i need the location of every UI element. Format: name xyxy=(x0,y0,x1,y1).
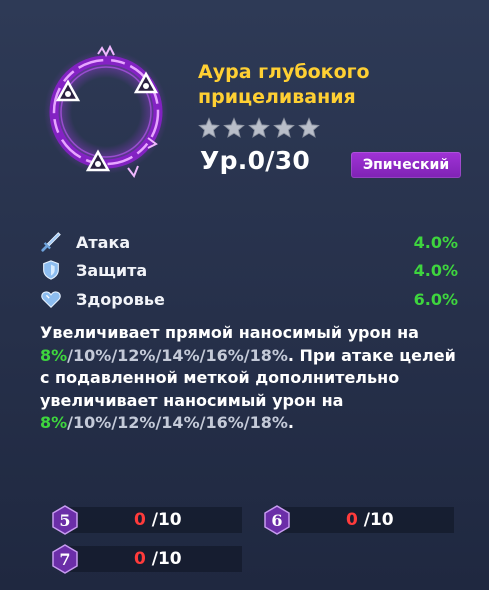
level-text: Ур.0/30 xyxy=(200,146,311,175)
tier-value: 10% xyxy=(73,345,112,365)
slot-5[interactable]: 5 0 /10 xyxy=(50,505,242,535)
description: Увеличивает прямой наносимый урон на 8%/… xyxy=(40,323,456,432)
tier-value: 12% xyxy=(117,413,156,432)
hexagon-number-badge-icon: 5 xyxy=(50,505,80,535)
heart-icon xyxy=(40,288,62,310)
stat-label: Здоровье xyxy=(76,289,165,309)
slot-7[interactable]: 7 0 /10 xyxy=(50,544,242,574)
star-icon xyxy=(223,117,245,139)
crosshair-aura-icon xyxy=(36,40,176,180)
stat-value: 4.0% xyxy=(413,232,458,252)
tier-value: 10% xyxy=(73,413,112,432)
description-text: Увеличивает прямой наносимый урон на xyxy=(40,323,419,342)
item-title-line2: прицеливания xyxy=(198,86,356,108)
star-icon xyxy=(298,117,320,139)
tier-value: 14% xyxy=(161,413,200,432)
stat-row-attack: Атака 4.0% xyxy=(40,229,458,255)
stat-row-health: Здоровье 6.0% xyxy=(40,286,458,312)
star-icon xyxy=(198,117,220,139)
star-icon xyxy=(273,117,295,139)
slot-count: 0 /10 xyxy=(346,505,394,535)
tier-value: 16% xyxy=(205,413,244,432)
tier-value: 12% xyxy=(117,345,156,365)
stat-label: Защита xyxy=(76,260,148,280)
slot-count-current: 0 xyxy=(346,510,358,530)
slot-badge-number: 6 xyxy=(271,511,282,530)
tier-value: 16% xyxy=(205,345,244,365)
tier-value-active: 8% xyxy=(40,413,68,432)
rarity-badge: Эпический xyxy=(351,152,461,178)
slot-badge-number: 7 xyxy=(59,550,70,569)
stat-value: 4.0% xyxy=(413,260,458,280)
item-title: Аура глубокого прицеливания xyxy=(198,60,428,110)
item-title-line1: Аура глубокого xyxy=(198,61,370,83)
star-icon xyxy=(248,117,270,139)
slot-count: 0 /10 xyxy=(134,544,182,574)
sword-icon xyxy=(40,231,62,253)
slot-count-max: /10 xyxy=(151,510,182,530)
hexagon-number-badge-icon: 6 xyxy=(262,505,292,535)
slot-badge-number: 5 xyxy=(59,511,70,530)
description-text: . xyxy=(287,413,294,432)
slot-count-current: 0 xyxy=(134,510,146,530)
slot-6[interactable]: 6 0 /10 xyxy=(262,505,454,535)
tier-value: 14% xyxy=(161,345,200,365)
stat-row-defense: Защита 4.0% xyxy=(40,257,458,283)
slot-count: 0 /10 xyxy=(134,505,182,535)
slot-count-max: /10 xyxy=(151,549,182,569)
star-rating xyxy=(198,117,320,139)
tier-value: 18% xyxy=(249,345,288,365)
stat-value: 6.0% xyxy=(413,289,458,309)
hexagon-number-badge-icon: 7 xyxy=(50,544,80,574)
shield-icon xyxy=(40,259,62,281)
tier-value: 18% xyxy=(249,413,288,432)
slot-count-max: /10 xyxy=(363,510,394,530)
slot-count-current: 0 xyxy=(134,549,146,569)
stat-label: Атака xyxy=(76,232,131,252)
tier-value-active: 8% xyxy=(40,345,68,365)
